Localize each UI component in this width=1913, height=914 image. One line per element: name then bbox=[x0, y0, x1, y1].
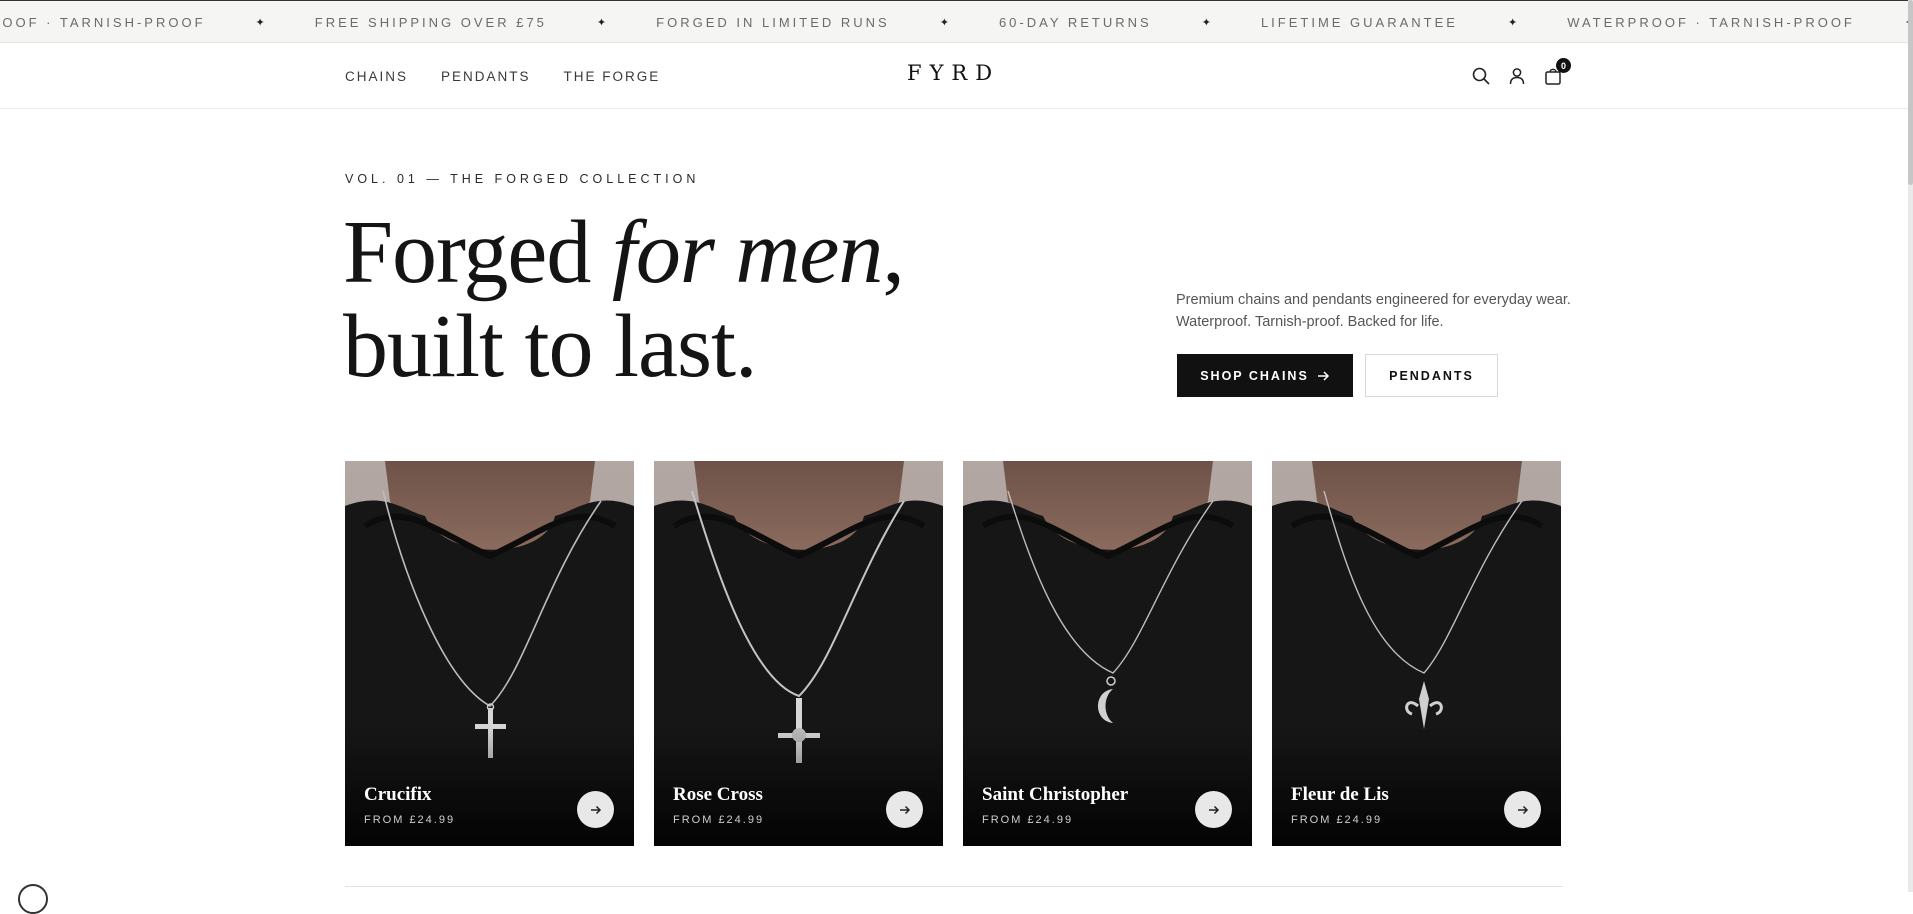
chat-widget-icon[interactable] bbox=[18, 884, 48, 914]
cart-icon[interactable]: 0 bbox=[1544, 58, 1571, 85]
headline-italic: for men bbox=[611, 203, 883, 302]
headline-text: Forged bbox=[343, 203, 612, 302]
hero-description: Premium chains and pendants engineered f… bbox=[1176, 292, 1571, 330]
announcement-bar: ROOF · TARNISH-PROOF ✦ FREE SHIPPING OVE… bbox=[0, 0, 1908, 43]
main-nav: CHAINS PENDANTS THE FORGE bbox=[345, 43, 660, 109]
hero-headline: Forged for men, built to last. bbox=[343, 203, 905, 396]
announcement-track: ROOF · TARNISH-PROOF ✦ FREE SHIPPING OVE… bbox=[0, 1, 1908, 42]
cart-count-badge: 0 bbox=[1556, 58, 1571, 73]
arrow-right-icon[interactable] bbox=[1504, 791, 1541, 828]
nav-link-chains[interactable]: CHAINS bbox=[345, 69, 408, 84]
product-price: FROM £24.99 bbox=[673, 814, 765, 826]
scrollbar-thumb[interactable] bbox=[1908, 0, 1913, 185]
shop-chains-label: SHOP CHAINS bbox=[1200, 368, 1309, 383]
pendants-button[interactable]: PENDANTS bbox=[1365, 354, 1498, 397]
arrow-right-icon bbox=[1317, 370, 1329, 381]
star-separator-icon: ✦ bbox=[939, 17, 949, 29]
product-title: Crucifix bbox=[364, 784, 432, 805]
star-separator-icon: ✦ bbox=[596, 17, 607, 29]
headline-comma: , bbox=[882, 203, 904, 302]
product-card[interactable]: Rose Cross FROM £24.99 bbox=[654, 461, 943, 846]
product-card[interactable]: Saint Christopher FROM £24.99 bbox=[963, 461, 1252, 846]
product-title: Fleur de Lis bbox=[1291, 784, 1389, 805]
product-card[interactable]: Crucifix FROM £24.99 bbox=[345, 461, 634, 846]
search-icon[interactable] bbox=[1472, 67, 1490, 85]
page-scrollbar[interactable] bbox=[1908, 0, 1913, 892]
product-price: FROM £24.99 bbox=[982, 814, 1074, 826]
star-separator-icon: ✦ bbox=[255, 17, 265, 29]
arrow-right-icon[interactable] bbox=[1195, 791, 1232, 828]
product-title: Rose Cross bbox=[673, 784, 763, 805]
account-icon[interactable] bbox=[1508, 67, 1526, 85]
star-separator-icon: ✦ bbox=[1201, 17, 1211, 29]
product-price: FROM £24.99 bbox=[364, 814, 456, 826]
announcement-item: ROOF · TARNISH-PROOF bbox=[0, 15, 206, 30]
hero-eyebrow: VOL. 01 — THE FORGED COLLECTION bbox=[345, 172, 700, 186]
nav-link-pendants[interactable]: PENDANTS bbox=[441, 69, 531, 84]
product-card[interactable]: Fleur de Lis FROM £24.99 bbox=[1272, 461, 1561, 846]
site-header: CHAINS PENDANTS THE FORGE FYRD 0 bbox=[0, 43, 1908, 109]
announcement-item: FREE SHIPPING OVER £75 bbox=[314, 15, 547, 30]
arrow-right-icon[interactable] bbox=[886, 791, 923, 828]
shop-chains-button[interactable]: SHOP CHAINS bbox=[1177, 354, 1353, 397]
product-grid: Crucifix FROM £24.99 Rose Cross FROM £24… bbox=[345, 461, 1561, 846]
announcement-item: LIFETIME GUARANTEE bbox=[1260, 15, 1458, 30]
nav-link-the-forge[interactable]: THE FORGE bbox=[564, 69, 661, 84]
announcement-item: 60-DAY RETURNS bbox=[998, 15, 1152, 30]
site-logo[interactable]: FYRD bbox=[907, 61, 1000, 85]
announcement-item: WATERPROOF · TARNISH-PROOF bbox=[1567, 15, 1855, 30]
announcement-item: FORGED IN LIMITED RUNS bbox=[656, 15, 890, 30]
product-price: FROM £24.99 bbox=[1291, 814, 1383, 826]
star-separator-icon: ✦ bbox=[1507, 17, 1518, 29]
section-divider bbox=[345, 886, 1563, 887]
product-title: Saint Christopher bbox=[982, 784, 1129, 805]
headline-line-2: built to last. bbox=[343, 297, 757, 396]
arrow-right-icon[interactable] bbox=[577, 791, 614, 828]
header-actions: 0 bbox=[1472, 43, 1571, 109]
